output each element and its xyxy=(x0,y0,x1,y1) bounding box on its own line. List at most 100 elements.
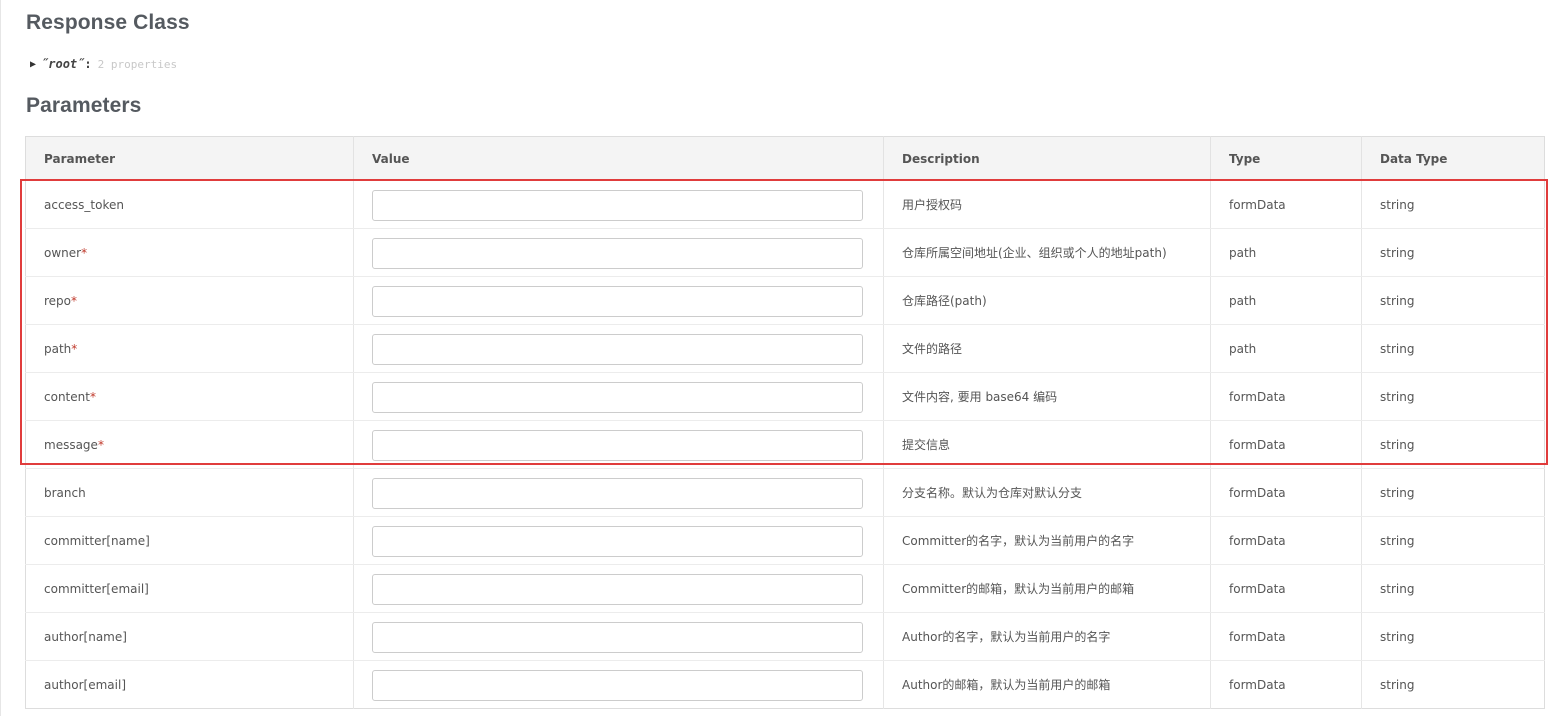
parameter-name-cell: owner* xyxy=(25,228,354,277)
parameter-type: formData xyxy=(1210,612,1362,661)
parameter-name: committer[email] xyxy=(44,581,149,596)
parameter-value-input[interactable] xyxy=(372,621,863,653)
parameter-value-input[interactable] xyxy=(372,477,863,509)
parameter-row: content* 文件内容, 要用 base64 编码 formData string xyxy=(25,372,1545,421)
parameters-heading: Parameters xyxy=(26,94,142,117)
parameter-type: formData xyxy=(1210,516,1362,565)
parameter-value-cell xyxy=(353,372,884,421)
parameter-row: committer[name] Committer的名字，默认为当前用户的名字 fo… xyxy=(25,516,1545,565)
parameter-description: Author的名字，默认为当前用户的名字 xyxy=(883,612,1211,661)
column-header-value: Value xyxy=(353,136,884,181)
required-marker: * xyxy=(71,293,78,308)
parameter-name: owner xyxy=(44,245,82,260)
parameter-value-cell xyxy=(353,276,884,325)
parameter-type: formData xyxy=(1210,372,1362,421)
parameter-name-cell: committer[name] xyxy=(25,516,354,565)
parameter-type: formData xyxy=(1210,564,1362,613)
parameter-value-input[interactable] xyxy=(372,429,863,461)
parameter-row: author[name] Author的名字，默认为当前用户的名字 formData… xyxy=(25,612,1545,661)
parameter-type: formData xyxy=(1210,420,1362,469)
response-model-signature[interactable]: ▶ ˝root˝ : 2 properties xyxy=(30,56,177,72)
parameter-row: committer[email] Committer的邮箱，默认为当前用户的邮箱 f… xyxy=(25,564,1545,613)
model-root-key: ˝root˝ xyxy=(41,57,85,71)
parameter-data-type: string xyxy=(1361,516,1545,565)
parameter-type: formData xyxy=(1210,660,1362,709)
parameter-row: owner* 仓库所属空间地址(企业、组织或个人的地址path) path strin… xyxy=(25,228,1545,277)
parameter-data-type: string xyxy=(1361,228,1545,277)
parameter-description: 用户授权码 xyxy=(883,180,1211,229)
parameter-row: path* 文件的路径 path string xyxy=(25,324,1545,373)
triangle-right-icon[interactable]: ▶ xyxy=(30,59,36,70)
parameter-data-type: string xyxy=(1361,276,1545,325)
parameter-value-input[interactable] xyxy=(372,381,863,413)
column-header-parameter: Parameter xyxy=(25,136,354,181)
parameter-description: Committer的邮箱，默认为当前用户的邮箱 xyxy=(883,564,1211,613)
parameter-name: author[email] xyxy=(44,677,127,692)
parameter-name: access_token xyxy=(44,197,124,212)
parameter-value-cell xyxy=(353,516,884,565)
parameter-value-cell xyxy=(353,468,884,517)
parameter-name-cell: author[email] xyxy=(25,660,354,709)
parameter-row: branch 分支名称。默认为仓库对默认分支 formData string xyxy=(25,468,1545,517)
parameter-type: path xyxy=(1210,324,1362,373)
parameter-value-input[interactable] xyxy=(372,525,863,557)
parameter-data-type: string xyxy=(1361,612,1545,661)
parameter-name-cell: author[name] xyxy=(25,612,354,661)
parameter-name-cell: branch xyxy=(25,468,354,517)
parameter-value-input[interactable] xyxy=(372,285,863,317)
parameter-description: Committer的名字，默认为当前用户的名字 xyxy=(883,516,1211,565)
parameter-data-type: string xyxy=(1380,677,1415,692)
parameter-value-cell xyxy=(353,324,884,373)
parameter-name: content xyxy=(44,389,90,404)
parameter-data-type: string xyxy=(1361,372,1545,421)
swagger-operation-panel: Response Class ▶ ˝root˝ : 2 properties P… xyxy=(0,0,1556,716)
parameter-name: path xyxy=(44,341,72,356)
parameter-value-cell xyxy=(353,228,884,277)
parameter-value-cell xyxy=(353,612,884,661)
model-colon: : xyxy=(84,57,92,71)
parameter-description: 文件内容, 要用 base64 编码 xyxy=(883,372,1211,421)
parameter-name: message xyxy=(44,437,98,452)
required-marker: * xyxy=(71,341,78,356)
parameters-table: Parameter Value Description Type Data Ty… xyxy=(25,136,1545,709)
parameter-description: 仓库所属空间地址(企业、组织或个人的地址path) xyxy=(883,228,1211,277)
parameter-name: repo xyxy=(44,293,72,308)
parameter-value-input[interactable] xyxy=(372,669,863,701)
parameter-name-cell: path* xyxy=(25,324,354,373)
required-marker: * xyxy=(97,437,104,452)
parameter-description: Author的邮箱，默认为当前用户的邮箱 xyxy=(883,660,1211,709)
parameter-value-input[interactable] xyxy=(372,333,863,365)
parameter-name: committer[name] xyxy=(44,533,150,548)
parameter-name-cell: content* xyxy=(25,372,354,421)
parameter-data-type: string xyxy=(1361,564,1545,613)
parameter-value-cell xyxy=(353,564,884,613)
parameters-body: access_token 用户授权码 formData string owner* 仓库所… xyxy=(25,180,1545,709)
parameter-name-cell: committer[email] xyxy=(25,564,354,613)
parameter-description: 文件的路径 xyxy=(883,324,1211,373)
parameter-data-type: string xyxy=(1361,420,1545,469)
parameters-header-row: Parameter Value Description Type Data Ty… xyxy=(25,136,1545,181)
parameter-value-cell xyxy=(353,420,884,469)
parameter-row: message* 提交信息 formData string xyxy=(25,420,1545,469)
required-marker: * xyxy=(81,245,88,260)
parameter-type: path xyxy=(1210,228,1362,277)
parameter-row: author[email] Author的邮箱，默认为当前用户的邮箱 formDat… xyxy=(25,660,1545,709)
parameter-value-input[interactable] xyxy=(372,189,863,221)
parameter-name-cell: repo* xyxy=(25,276,354,325)
parameter-data-type: string xyxy=(1361,324,1545,373)
parameter-description: 分支名称。默认为仓库对默认分支 xyxy=(883,468,1211,517)
parameter-value-input[interactable] xyxy=(372,237,863,269)
parameter-type: path xyxy=(1210,276,1362,325)
parameter-name: branch xyxy=(44,485,86,500)
column-header-description: Description xyxy=(883,136,1211,181)
response-class-heading: Response Class xyxy=(26,11,190,34)
parameter-type: formData xyxy=(1210,468,1362,517)
parameter-type: formData xyxy=(1210,180,1362,229)
parameter-value-cell xyxy=(353,660,884,709)
column-header-data-type: Data Type xyxy=(1361,136,1545,181)
parameter-name-cell: access_token xyxy=(25,180,354,229)
parameter-data-type: string xyxy=(1361,180,1545,229)
parameter-value-cell xyxy=(353,180,884,229)
parameter-data-type: string xyxy=(1361,468,1545,517)
parameter-value-input[interactable] xyxy=(372,573,863,605)
